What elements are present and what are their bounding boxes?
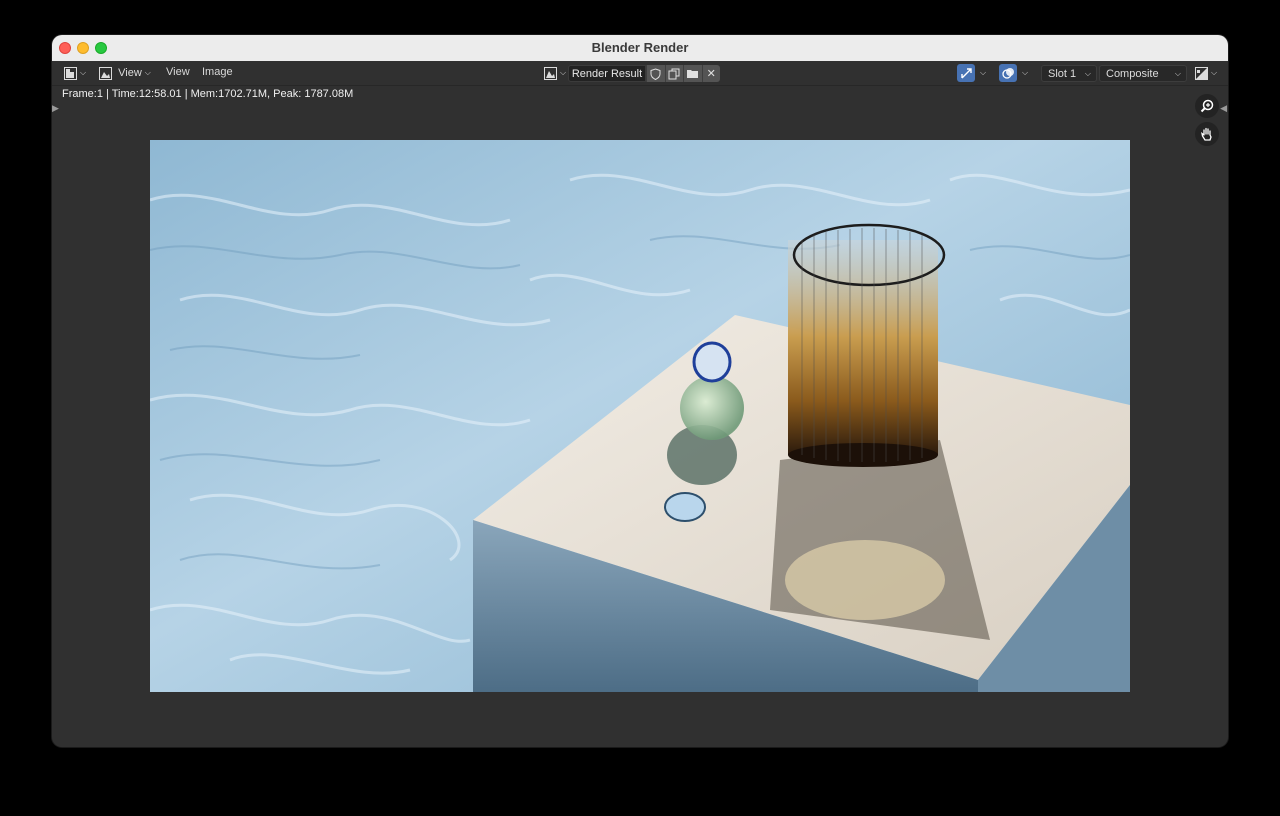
chevron-down-icon: ⌵	[979, 68, 987, 77]
image-editor-icon	[63, 66, 77, 80]
view-mode-dropdown[interactable]: View ⌵	[96, 64, 154, 82]
gizmo-options-dropdown[interactable]: ⌵	[976, 64, 990, 82]
hand-icon	[1201, 127, 1212, 141]
overlays-toggle-button[interactable]	[999, 64, 1017, 82]
gizmo-toggle-button[interactable]	[957, 64, 975, 82]
zoom-icon	[1200, 99, 1214, 113]
view-mode-label: View	[118, 67, 142, 79]
duplicate-icon[interactable]	[664, 65, 684, 82]
chevron-down-icon: ⌵	[79, 68, 87, 77]
slot-dropdown[interactable]: Slot 1 ⌵	[1041, 65, 1097, 82]
render-info-text: Frame:1 | Time:12:58.01 | Mem:1702.71M, …	[62, 88, 354, 100]
browse-image-dropdown[interactable]: ⌵	[542, 64, 568, 82]
image-name-field[interactable]: Render Result	[568, 65, 646, 82]
display-channels-dropdown[interactable]: ⌵	[1193, 64, 1219, 82]
color-alpha-icon	[1194, 66, 1208, 80]
unlink-x-icon[interactable]: ✕	[701, 65, 721, 82]
image-browse-icon	[543, 66, 557, 80]
layer-dropdown[interactable]: Composite ⌵	[1099, 65, 1187, 82]
chevron-down-icon: ⌵	[1084, 69, 1091, 78]
layer-label: Composite	[1106, 67, 1159, 80]
title-bar: Blender Render	[52, 35, 1228, 62]
chevron-down-icon: ⌵	[1210, 68, 1218, 77]
zoom-gizmo[interactable]	[1195, 94, 1219, 118]
gizmo-arrows-icon	[960, 67, 972, 78]
menu-image[interactable]: Image	[202, 66, 233, 78]
image-editor-header: ⌵ View ⌵ View Image ⌵ Render Result ✕ ⌵ …	[52, 61, 1228, 86]
blender-window: Blender Render ⌵ View ⌵ View Image ⌵ Ren…	[52, 35, 1228, 747]
editor-type-dropdown[interactable]: ⌵	[62, 64, 88, 82]
overlays-icon	[1001, 67, 1014, 79]
fake-user-shield-icon[interactable]	[646, 65, 665, 82]
chevron-down-icon: ⌵	[559, 68, 567, 77]
menu-view[interactable]: View	[166, 66, 190, 78]
overlays-options-dropdown[interactable]: ⌵	[1018, 64, 1032, 82]
toolbar-expand-arrow[interactable]: ▶	[52, 103, 59, 114]
open-folder-icon[interactable]	[683, 65, 702, 82]
image-icon	[99, 66, 113, 80]
chevron-down-icon: ⌵	[1174, 69, 1181, 78]
image-datablock-buttons: ✕	[646, 65, 720, 82]
render-result-image	[150, 140, 1130, 692]
sidebar-expand-arrow[interactable]: ◀	[1220, 103, 1227, 114]
render-image-graphic	[150, 140, 1130, 692]
slot-label: Slot 1	[1048, 67, 1077, 80]
chevron-down-icon: ⌵	[1021, 68, 1029, 77]
chevron-down-icon: ⌵	[144, 68, 151, 77]
pan-gizmo[interactable]	[1195, 122, 1219, 146]
window-title: Blender Render	[591, 40, 689, 55]
